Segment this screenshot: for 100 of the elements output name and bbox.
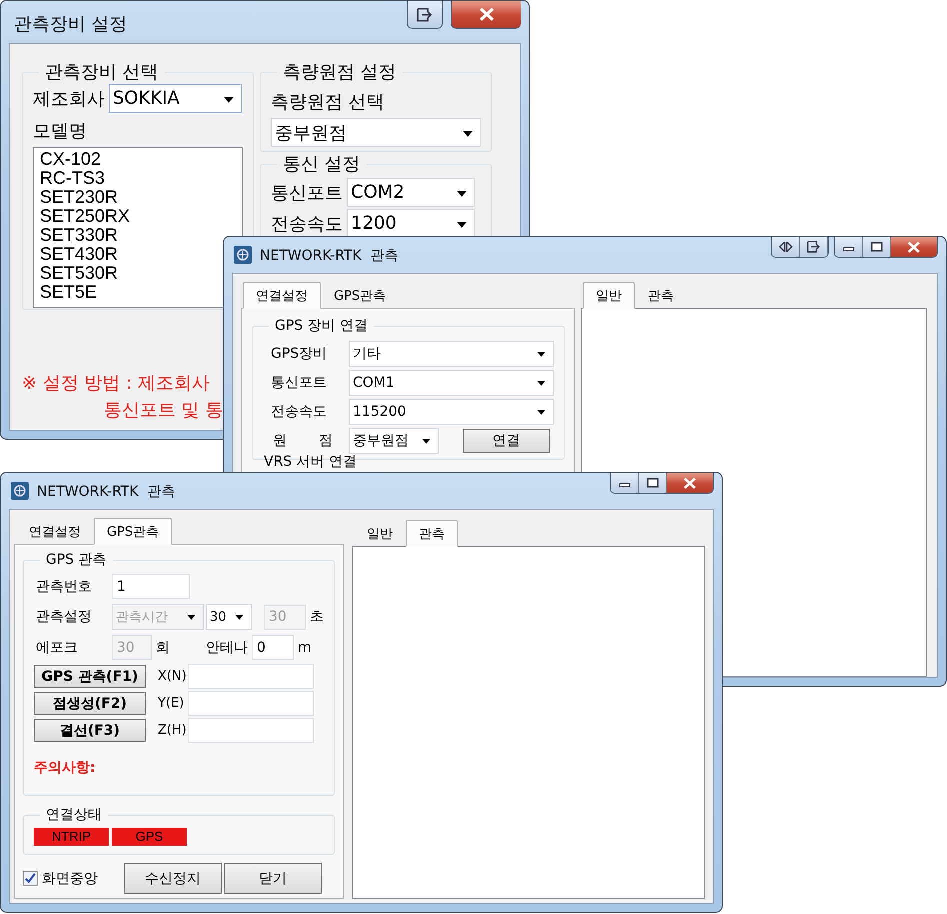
checkbox[interactable] (23, 871, 38, 886)
field-label: 관측번호 (35, 578, 93, 596)
window-title: 관측장비 설정 (14, 13, 128, 36)
unit-label: 초 (310, 608, 324, 626)
close-icon (683, 478, 697, 488)
coordinate-field[interactable] (188, 718, 314, 743)
center-checkbox[interactable]: 화면중앙 (23, 870, 98, 888)
list-item[interactable]: SET430R (40, 245, 118, 264)
status-indicator: NTRIP (34, 828, 109, 846)
checkmark-icon (25, 873, 36, 884)
minimize-button[interactable] (611, 473, 639, 493)
close-button[interactable] (891, 237, 937, 257)
dialog-button[interactable]: 수신정지 (124, 863, 222, 894)
resize-button[interactable] (772, 237, 800, 257)
field-label: 제조회사 (33, 88, 105, 110)
group-title: 통신 설정 (282, 153, 362, 176)
left-right-arrows-icon (778, 242, 792, 252)
export-icon (416, 8, 434, 22)
caret-icon (537, 352, 546, 357)
minimize-button[interactable] (835, 237, 863, 257)
interval-dropdown[interactable]: 30 (206, 604, 252, 630)
field-label: 관측설정 (35, 608, 93, 626)
list-item[interactable]: SET5E (40, 283, 98, 302)
caret-icon (224, 96, 234, 102)
instruction-text: 통신포트 및 통 (103, 399, 224, 423)
input-field[interactable]: 1 (112, 574, 190, 599)
instruction-text: ※ 설정 방법 : 제조회사 (22, 372, 210, 396)
list-item[interactable]: CX-102 (40, 150, 102, 169)
field-label: 통신포트 (270, 374, 328, 392)
coordinate-label: Y(E) (157, 696, 186, 711)
tab[interactable]: 관측 (406, 520, 458, 547)
close-icon (907, 242, 921, 252)
tab[interactable]: 연결설정 (243, 282, 321, 309)
tab[interactable]: 일반 (354, 522, 406, 547)
coordinate-field[interactable] (188, 691, 314, 716)
list-item[interactable]: SET230R (40, 188, 118, 207)
coordinate-label: Z(H) (157, 723, 188, 738)
group-title: 연결상태 (45, 806, 103, 824)
tab[interactable]: 관측 (635, 284, 687, 309)
app-icon (234, 246, 252, 264)
app-icon (11, 482, 29, 500)
field-label: 측량원점 선택 (271, 91, 386, 114)
list-item[interactable]: RC-TS3 (40, 169, 106, 188)
dropdown[interactable]: 1200 (347, 209, 475, 238)
window-title: NETWORK-RTK 관측 (37, 483, 176, 501)
tab[interactable]: 일반 (583, 282, 635, 309)
action-button[interactable]: 결선(F3) (34, 719, 146, 742)
group-title: 측량원점 설정 (282, 61, 398, 84)
caution-label: 주의사항: (34, 759, 97, 777)
close-icon (478, 8, 494, 21)
caret-icon (463, 130, 473, 136)
unit-label: m (298, 640, 312, 656)
dropdown[interactable]: COM1 (349, 370, 554, 396)
caret-icon (457, 190, 467, 196)
export-button[interactable] (407, 1, 443, 29)
action-button[interactable]: GPS 관측(F1) (34, 665, 146, 688)
caret-icon (457, 222, 467, 228)
group-title: 관측장비 선택 (44, 61, 160, 84)
origin-dropdown[interactable]: 중부원점 (271, 118, 481, 147)
close-button[interactable] (667, 473, 713, 493)
action-button[interactable]: 점생성(F2) (34, 692, 146, 715)
tab[interactable]: GPS관측 (321, 284, 400, 309)
status-indicator: GPS (112, 828, 187, 846)
caret-icon (187, 615, 196, 620)
export-icon (806, 241, 822, 253)
maximize-button[interactable] (639, 473, 667, 493)
dropdown[interactable]: COM2 (347, 178, 475, 207)
caret-icon (537, 410, 546, 415)
field-label: 에포크 (35, 638, 79, 656)
group-title: GPS 장비 연결 (274, 317, 370, 335)
group-title: GPS 관측 (45, 551, 108, 569)
field-label: GPS장비 (270, 345, 328, 363)
coordinate-field[interactable] (188, 664, 314, 689)
field-label: 원 점 (272, 432, 333, 450)
tab[interactable]: GPS관측 (94, 518, 172, 545)
checkbox-label: 화면중앙 (42, 870, 98, 888)
caret-icon (537, 381, 546, 386)
dropdown[interactable]: 115200 (349, 399, 554, 425)
list-item[interactable]: SET330R (40, 226, 118, 245)
list-item[interactable]: SET530R (40, 264, 118, 283)
origin-dropdown[interactable]: 중부원점 (349, 428, 439, 454)
maximize-button[interactable] (863, 237, 891, 257)
coordinate-label: X(N) (157, 669, 188, 684)
field-label: 모델명 (33, 120, 88, 143)
close-button[interactable] (451, 1, 521, 29)
dialog-button[interactable]: 닫기 (224, 863, 322, 894)
list-item[interactable]: SET250RX (40, 207, 130, 226)
field-label: 통신포트 (271, 182, 343, 204)
tab[interactable]: 연결설정 (16, 520, 94, 545)
dropdown[interactable]: 기타 (349, 341, 554, 367)
maximize-icon (870, 242, 882, 252)
caret-icon (235, 615, 244, 620)
maker-dropdown[interactable]: SOKKIA (109, 84, 242, 113)
window-title: NETWORK-RTK 관측 (260, 247, 399, 265)
connect-button[interactable]: 연결 (463, 429, 550, 453)
export-button[interactable] (800, 237, 828, 257)
field-label: 전송속도 (270, 403, 328, 421)
input-field[interactable]: 0 (252, 635, 294, 660)
group-title: VRS 서버 연결 (264, 454, 358, 470)
field-label: 안테나 (206, 638, 248, 656)
